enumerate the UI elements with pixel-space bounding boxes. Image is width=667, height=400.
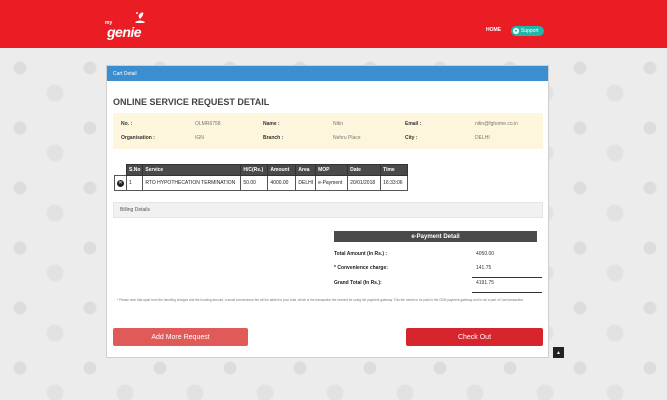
no-label: No. : (121, 121, 133, 127)
convenience-fee-note: * Please note that apart from the handli… (117, 298, 524, 302)
header-area: Area (295, 164, 317, 176)
organisation-label: Organisation : (121, 135, 155, 141)
grand-total-row: Grand Total (In Rs.): 4191.75 (334, 276, 537, 290)
cart-panel: Cart Detail ONLINE SERVICE REQUEST DETAI… (106, 65, 549, 358)
logo-wordmark: genie (107, 24, 142, 40)
check-out-button[interactable]: Check Out (406, 328, 543, 346)
header-time: Time (380, 164, 409, 176)
panel-header: Cart Detail (107, 66, 548, 81)
cell-hc: 50.00 (240, 175, 269, 191)
cell-amount: 4000.00 (267, 175, 297, 191)
support-button[interactable]: ● Support (511, 26, 544, 36)
branch-label: Branch : (263, 135, 284, 141)
convenience-charge-value: 141.75 (476, 265, 492, 271)
email-value: nitin@fghome.co.in (475, 121, 518, 127)
payment-detail-heading: e-Payment Detail (334, 231, 537, 242)
billing-details-label: Billing Details (120, 207, 151, 213)
cell-mop: e-Payment (315, 175, 349, 191)
page-title: ONLINE SERVICE REQUEST DETAIL (113, 97, 270, 107)
name-value: Nitin (333, 121, 344, 127)
no-value: OLMR6758 (195, 121, 221, 127)
header-sno: S.No (125, 164, 144, 176)
close-icon[interactable]: ✕ (117, 179, 124, 187)
branch-value: Nehru Place (333, 135, 361, 141)
header-amount: Amount (267, 164, 297, 176)
convenience-charge-label: * Convenience charge: (334, 265, 388, 271)
header-blank (114, 164, 127, 176)
chevron-up-icon: ▲ (556, 349, 561, 356)
billing-details-bar: Billing Details (113, 202, 543, 218)
scroll-to-top-button[interactable]: ▲ (553, 347, 564, 358)
user-icon: ● (513, 28, 519, 34)
support-label: Support (521, 28, 539, 34)
grand-total-value: 4191.75 (476, 280, 495, 286)
cell-area: DELHI (295, 175, 317, 191)
city-value: DELHI (475, 135, 490, 141)
nav-home-link[interactable]: HOME (486, 27, 501, 33)
organisation-value: IGN (195, 135, 204, 141)
header-hc: H/C(Rs.) (240, 164, 269, 176)
brand-logo[interactable]: my genie (105, 10, 155, 42)
service-table-header: S.No Service H/C(Rs.) Amount Area MOP Da… (114, 164, 409, 176)
convenience-charge-row: * Convenience charge: 141.75 (334, 261, 537, 275)
total-amount-value: 4050.00 (476, 251, 495, 257)
grand-total-divider-line (472, 292, 542, 293)
table-row: ✕ 1 RTO HYPOTHECATION TERMINATION 50.00 … (114, 175, 409, 191)
cell-sno: 1 (125, 175, 144, 191)
remove-row-cell: ✕ (114, 175, 127, 191)
cell-date: 20/01/2018 (347, 175, 382, 191)
service-table: S.No Service H/C(Rs.) Amount Area MOP Da… (114, 164, 409, 191)
genie-lamp-icon (135, 12, 145, 23)
panel-header-label: Cart Detail (113, 70, 137, 77)
header-service: Service (142, 164, 242, 176)
cell-time: 16:33:06 (380, 175, 409, 191)
total-amount-label: Total Amount (In Rs.) : (334, 251, 388, 257)
email-label: Email : (405, 121, 422, 127)
total-amount-row: Total Amount (In Rs.) : 4050.00 (334, 247, 537, 261)
cell-service: RTO HYPOTHECATION TERMINATION (142, 175, 242, 191)
top-navbar: my genie HOME ● Support (0, 0, 667, 48)
grand-total-label: Grand Total (In Rs.): (334, 280, 382, 286)
name-label: Name : (263, 121, 280, 127)
add-more-request-button[interactable]: Add More Request (113, 328, 248, 346)
city-label: City : (405, 135, 418, 141)
header-mop: MOP (315, 164, 349, 176)
request-info-box: No. : OLMR6758 Name : Nitin Email : niti… (113, 113, 543, 149)
header-date: Date (347, 164, 382, 176)
